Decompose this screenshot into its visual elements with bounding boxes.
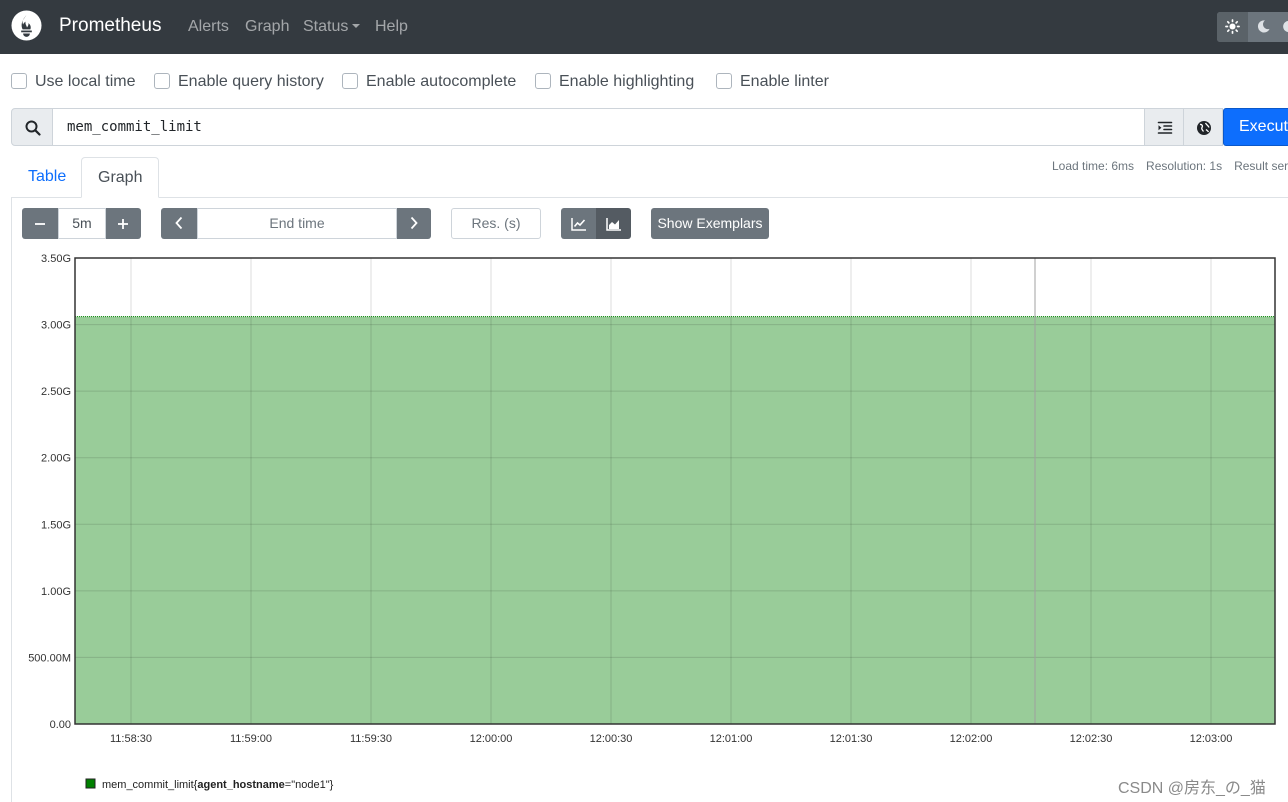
chevron-left-icon [175, 216, 183, 230]
option-enable-autocomplete[interactable]: Enable autocomplete [342, 71, 516, 91]
option-label: Enable query history [178, 72, 324, 90]
load-time: Load time: 6ms [1052, 159, 1135, 173]
light-theme-button[interactable] [1217, 12, 1248, 42]
x-tick-label: 11:59:30 [350, 733, 392, 745]
query-bar: mem_commit_limit Execute [11, 108, 1288, 146]
line-chart-icon [571, 218, 586, 231]
caret-down-icon [352, 23, 361, 28]
checkbox-enable-autocomplete[interactable] [342, 73, 358, 89]
chevron-right-icon [410, 216, 418, 230]
expression-input[interactable]: mem_commit_limit [52, 108, 1145, 146]
show-exemplars-button[interactable]: Show Exemplars [651, 208, 769, 239]
search-addon [11, 108, 53, 146]
check-icon [536, 78, 546, 86]
x-tick-label: 12:00:30 [590, 733, 633, 745]
decrease-range-button[interactable] [22, 208, 58, 239]
option-enable-highlighting[interactable]: Enable highlighting [535, 71, 694, 91]
search-icon [25, 120, 41, 136]
stacked-mode-button[interactable] [596, 208, 631, 239]
checkbox-enable-linter[interactable] [716, 73, 732, 89]
option-label: Enable autocomplete [366, 72, 517, 90]
option-use-local-time[interactable]: Use local time [11, 71, 135, 91]
graph-chart[interactable]: 0.00 500.00M 1.00G 1.50G 2.00G 2.50G 3.00G 3.50… [0, 245, 1288, 802]
check-icon [12, 78, 22, 86]
y-tick-label: 0.00 [50, 719, 71, 731]
brand-title[interactable]: Prometheus [59, 15, 161, 37]
moon-icon [1257, 20, 1270, 33]
previous-time-button[interactable] [161, 208, 197, 239]
tab-table[interactable]: Table [12, 157, 82, 198]
x-tick-label: 11:58:30 [110, 733, 152, 745]
dark-theme-button[interactable] [1248, 12, 1279, 42]
end-time-input[interactable]: End time [197, 208, 397, 239]
auto-theme-button[interactable] [1279, 12, 1288, 42]
result-series: Result series: 1 [1234, 159, 1288, 173]
x-tick-label: 12:02:30 [1070, 733, 1113, 745]
option-label: Enable linter [740, 72, 829, 90]
metrics-explorer-icon [1197, 121, 1211, 135]
prometheus-logo-icon[interactable] [11, 10, 42, 41]
query-stats: Load time: 6ms Resolution: 1s Result serie… [1052, 159, 1288, 173]
format-expression-button[interactable] [1144, 108, 1184, 146]
auto-theme-icon [1283, 20, 1288, 33]
check-icon [343, 78, 353, 86]
unstacked-mode-button[interactable] [561, 208, 596, 239]
x-tick-label: 12:03:00 [1190, 733, 1233, 745]
watermark: CSDN @房东_の_猫 [1118, 780, 1266, 797]
y-tick-label: 1.50G [41, 519, 71, 531]
option-enable-query-history[interactable]: Enable query history [154, 71, 324, 91]
tab-graph[interactable]: Graph [81, 157, 160, 198]
series-area [75, 316, 1275, 724]
increase-range-button[interactable] [106, 208, 141, 239]
legend-swatch[interactable] [85, 778, 96, 789]
y-tick-label: 2.50G [41, 386, 71, 398]
option-label: Enable highlighting [559, 72, 695, 90]
y-tick-label: 3.50G [41, 253, 71, 265]
nav-help[interactable]: Help [375, 17, 408, 36]
x-tick-label: 12:01:00 [710, 733, 753, 745]
legend-entry[interactable]: mem_commit_limit{agent_hostname="node1"} [102, 779, 334, 791]
format-expression-icon [1157, 121, 1173, 134]
plus-icon [118, 219, 128, 229]
theme-switcher [1217, 12, 1288, 42]
nav-status-label: Status [303, 18, 349, 35]
nav-status[interactable]: Status [303, 17, 361, 36]
y-tick-label: 2.00G [41, 453, 71, 465]
x-tick-label: 12:02:00 [950, 733, 993, 745]
metrics-explorer-button[interactable] [1183, 108, 1223, 146]
resolution-stat: Resolution: 1s [1146, 159, 1223, 173]
nav-graph[interactable]: Graph [245, 17, 289, 36]
x-tick-label: 11:59:00 [230, 733, 272, 745]
range-input[interactable]: 5m [58, 208, 106, 239]
navbar: Prometheus Alerts Graph Status Help [0, 0, 1288, 54]
nav-alerts[interactable]: Alerts [188, 17, 229, 36]
y-tick-label: 500.00M [28, 652, 71, 664]
y-tick-label: 1.00G [41, 586, 71, 598]
option-label: Use local time [35, 72, 136, 90]
option-enable-linter[interactable]: Enable linter [716, 71, 829, 91]
next-time-button[interactable] [397, 208, 431, 239]
sun-icon [1225, 19, 1240, 34]
y-tick-label: 3.00G [41, 320, 71, 332]
area-chart-icon [606, 218, 621, 231]
minus-icon [35, 223, 45, 225]
execute-button[interactable]: Execute [1223, 108, 1288, 146]
resolution-input[interactable]: Res. (s) [451, 208, 541, 239]
check-icon [717, 78, 727, 86]
x-tick-label: 12:00:00 [470, 733, 513, 745]
checkbox-use-local-time[interactable] [11, 73, 27, 89]
x-tick-label: 12:01:30 [830, 733, 873, 745]
checkbox-enable-highlighting[interactable] [535, 73, 551, 89]
checkbox-enable-query-history[interactable] [154, 73, 170, 89]
